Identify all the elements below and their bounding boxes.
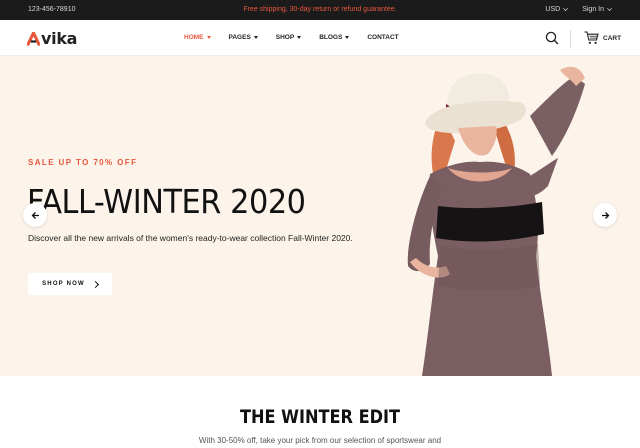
currency-selector[interactable]: USD xyxy=(545,6,569,13)
signin-dropdown[interactable]: Sign In xyxy=(582,6,612,13)
nav-item-pages[interactable]: PAGES xyxy=(229,34,258,41)
logo-a-icon xyxy=(27,31,40,46)
section-subtitle: With 30-50% off, take your pick from our… xyxy=(198,436,442,445)
chevron-down-icon xyxy=(563,6,569,11)
chevron-down-icon xyxy=(607,6,612,11)
signin-label: Sign In xyxy=(582,6,604,13)
nav-item-contact[interactable]: CONTACT xyxy=(367,34,398,41)
arrow-left-icon xyxy=(31,211,39,219)
nav-label: HOME xyxy=(184,34,204,41)
site-logo[interactable]: vika xyxy=(27,29,77,48)
nav-label: CONTACT xyxy=(367,34,399,41)
cart-button[interactable]: CART xyxy=(584,31,621,45)
hero-banner: SALE UP TO 70% OFF FALL-WINTER 2020 Disc… xyxy=(0,56,640,376)
header-divider xyxy=(570,30,571,48)
currency-label: USD xyxy=(545,6,561,13)
nav-item-shop[interactable]: SHOP xyxy=(275,34,302,41)
cart-label: CART xyxy=(603,34,622,42)
search-icon[interactable] xyxy=(545,31,559,45)
shop-now-label: SHOP NOW xyxy=(42,281,85,287)
promo-text: Free shipping, 30-day return or refund g… xyxy=(243,6,397,13)
slider-prev-button[interactable] xyxy=(23,203,47,227)
section-title: THE WINTER EDIT xyxy=(239,406,401,428)
main-nav: HOME PAGES SHOP BLOGS CONTACT xyxy=(184,34,417,41)
hero-eyebrow: SALE UP TO 70% OFF xyxy=(28,158,138,167)
site-header: vika HOME PAGES SHOP BLOGS CONTACT CART xyxy=(0,20,640,56)
shop-now-button[interactable]: SHOP NOW xyxy=(28,273,112,295)
caret-down-icon xyxy=(297,36,302,39)
hero-description: Discover all the new arrivals of the wom… xyxy=(28,233,353,243)
logo-text: vika xyxy=(41,29,78,48)
nav-label: BLOGS xyxy=(319,34,343,41)
caret-down-icon xyxy=(206,36,211,39)
nav-item-blogs[interactable]: BLOGS xyxy=(319,34,350,41)
caret-down-icon xyxy=(253,36,258,39)
hero-headline: FALL-WINTER 2020 xyxy=(27,182,306,221)
topbar-right: USD Sign In xyxy=(545,6,612,13)
nav-item-home[interactable]: HOME xyxy=(184,34,211,41)
hero-model-image xyxy=(407,66,585,376)
caret-down-icon xyxy=(345,36,350,39)
nav-label: SHOP xyxy=(275,34,295,41)
top-bar: 123-456-78910 Free shipping, 30-day retu… xyxy=(0,0,640,20)
arrow-right-small-icon xyxy=(91,280,99,288)
cart-icon xyxy=(584,31,599,44)
nav-label: PAGES xyxy=(228,34,251,41)
